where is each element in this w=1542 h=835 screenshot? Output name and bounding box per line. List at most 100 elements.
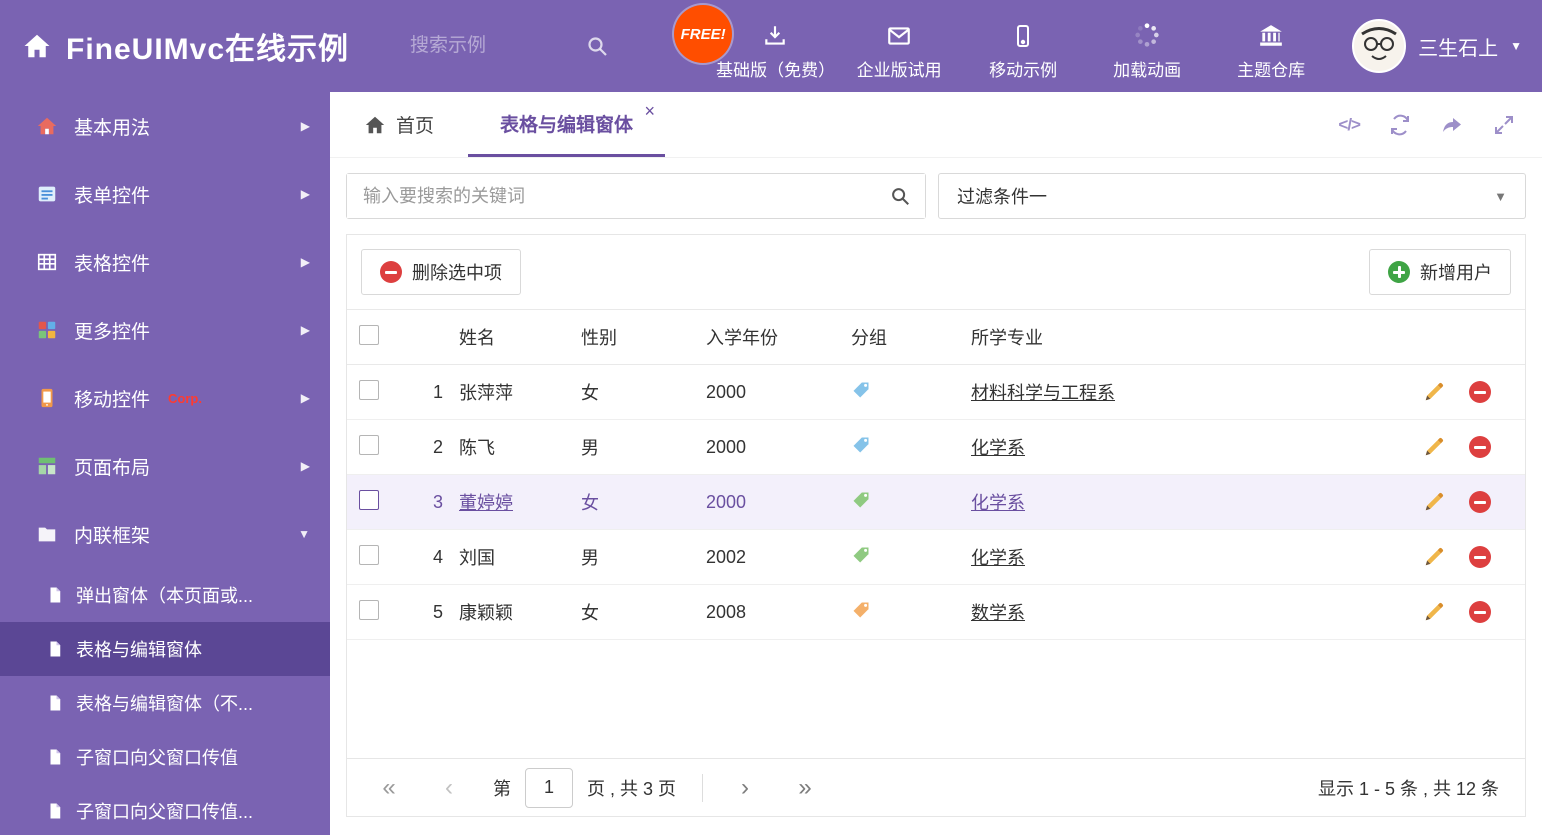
delete-row-icon[interactable] bbox=[1469, 436, 1491, 458]
column-header-year[interactable]: 入学年份 bbox=[706, 324, 851, 350]
row-checkbox[interactable] bbox=[359, 434, 379, 455]
share-icon[interactable] bbox=[1440, 113, 1464, 137]
sidebar-subitem-label: 表格与编辑窗体 bbox=[76, 640, 202, 660]
major-link[interactable]: 数学系 bbox=[971, 603, 1025, 623]
cell-name: 陈飞 bbox=[459, 438, 495, 458]
add-user-button[interactable]: 新增用户 bbox=[1369, 249, 1511, 295]
sidebar-item-form-controls[interactable]: 表单控件 ▶ bbox=[0, 160, 330, 228]
edit-icon[interactable] bbox=[1423, 381, 1445, 403]
nav-item-enterprise-trial[interactable]: 企业版试用 bbox=[840, 19, 958, 81]
code-icon[interactable]: </> bbox=[1338, 115, 1361, 135]
chevron-right-icon: ▶ bbox=[300, 323, 310, 337]
row-checkbox[interactable] bbox=[359, 599, 379, 620]
edit-icon[interactable] bbox=[1423, 491, 1445, 513]
delete-selected-button[interactable]: 删除选中项 bbox=[361, 249, 521, 295]
column-header-gender[interactable]: 性别 bbox=[581, 324, 706, 350]
sidebar-subitem-grid-edit-window[interactable]: 表格与编辑窗体 bbox=[0, 622, 330, 676]
nav-item-mobile-demo[interactable]: 移动示例 bbox=[964, 19, 1082, 81]
sidebar-subitem-label: 子窗口向父窗口传值... bbox=[76, 802, 254, 822]
search-icon[interactable] bbox=[585, 34, 609, 58]
filter-dropdown[interactable]: 过滤条件一 ▼ bbox=[938, 173, 1526, 219]
edit-icon[interactable] bbox=[1423, 546, 1445, 568]
major-link[interactable]: 材料科学与工程系 bbox=[971, 383, 1115, 403]
column-header-name[interactable]: 姓名 bbox=[459, 324, 581, 350]
delete-row-icon[interactable] bbox=[1469, 381, 1491, 403]
sidebar-item-label: 表单控件 bbox=[74, 185, 151, 207]
row-checkbox[interactable] bbox=[359, 544, 379, 565]
last-page-icon[interactable]: » bbox=[789, 774, 821, 802]
cell-gender: 女 bbox=[581, 603, 599, 623]
cell-gender: 男 bbox=[581, 438, 599, 458]
sidebar-item-table-controls[interactable]: 表格控件 ▶ bbox=[0, 228, 330, 296]
nav-item-theme-repo[interactable]: 主题仓库 bbox=[1212, 19, 1330, 81]
record-summary: 显示 1 - 5 条 , 共 12 条 bbox=[1317, 778, 1499, 799]
user-menu[interactable]: 三生石上 ▼ bbox=[1352, 19, 1522, 73]
table-row[interactable]: 5 康颖颖 女 2008 数学系 bbox=[347, 585, 1525, 640]
search-icon[interactable] bbox=[889, 185, 911, 207]
delete-row-icon[interactable] bbox=[1469, 491, 1491, 513]
chevron-right-icon: ▶ bbox=[300, 391, 310, 405]
row-number: 1 bbox=[432, 381, 443, 402]
table-header: 姓名 性别 入学年份 分组 所学专业 bbox=[347, 309, 1525, 365]
cell-year: 2000 bbox=[706, 381, 747, 402]
file-icon bbox=[50, 695, 61, 711]
nav-item-label: 基础版（免费） bbox=[716, 61, 836, 80]
major-link[interactable]: 化学系 bbox=[971, 548, 1025, 568]
page-number-input[interactable] bbox=[525, 767, 573, 808]
keyword-search-input[interactable] bbox=[347, 174, 925, 218]
major-link[interactable]: 化学系 bbox=[971, 438, 1025, 458]
cell-name: 张萍萍 bbox=[459, 383, 513, 403]
tag-icon bbox=[851, 380, 871, 400]
chevron-right-icon: ▶ bbox=[300, 255, 310, 269]
pagination-bar: « ‹ 第 页 , 共 3 页 › » 显示 1 - 5 条 , 共 12 条 bbox=[347, 758, 1525, 816]
edit-icon[interactable] bbox=[1423, 436, 1445, 458]
table-row[interactable]: 4 刘国 男 2002 化学系 bbox=[347, 530, 1525, 585]
tab-home[interactable]: 首页 bbox=[348, 92, 450, 157]
table-row[interactable]: 1 张萍萍 女 2000 材料科学与工程系 bbox=[347, 365, 1525, 420]
button-label: 删除选中项 bbox=[412, 263, 502, 283]
sidebar-item-inline-frame[interactable]: 内联框架 ▼ bbox=[0, 500, 330, 568]
nav-item-loading-animation[interactable]: 加载动画 bbox=[1088, 19, 1206, 81]
sidebar-item-label: 页面布局 bbox=[74, 457, 151, 479]
sidebar-item-page-layout[interactable]: 页面布局 ▶ bbox=[0, 432, 330, 500]
first-page-icon[interactable]: « bbox=[373, 774, 405, 802]
sidebar-item-more-controls[interactable]: 更多控件 ▶ bbox=[0, 296, 330, 364]
nav-item-basic-edition[interactable]: 基础版（免费） bbox=[716, 19, 836, 81]
sidebar-subitem-label: 表格与编辑窗体（不... bbox=[76, 694, 254, 714]
sidebar-subitem-child-to-parent-2[interactable]: 子窗口向父窗口传值... bbox=[0, 784, 330, 835]
select-all-checkbox[interactable] bbox=[359, 324, 379, 345]
major-link[interactable]: 化学系 bbox=[971, 493, 1025, 513]
cell-year: 2002 bbox=[706, 546, 747, 567]
sidebar-item-basic-usage[interactable]: 基本用法 ▶ bbox=[0, 92, 330, 160]
file-icon bbox=[50, 803, 61, 819]
row-checkbox[interactable] bbox=[359, 489, 379, 510]
column-header-group[interactable]: 分组 bbox=[851, 324, 971, 350]
delete-row-icon[interactable] bbox=[1469, 546, 1491, 568]
expand-icon[interactable] bbox=[1492, 113, 1516, 137]
cell-year: 2008 bbox=[706, 601, 747, 622]
sidebar-item-mobile-controls[interactable]: 移动控件 Corp. ▶ bbox=[0, 364, 330, 432]
chevron-right-icon: ▶ bbox=[300, 187, 310, 201]
sidebar-subitem-grid-edit-window-2[interactable]: 表格与编辑窗体（不... bbox=[0, 676, 330, 730]
table-row[interactable]: 2 陈飞 男 2000 化学系 bbox=[347, 420, 1525, 475]
download-icon bbox=[762, 19, 788, 49]
prev-page-icon[interactable]: ‹ bbox=[433, 774, 465, 802]
tag-icon bbox=[851, 545, 871, 565]
tag-icon bbox=[851, 490, 871, 510]
edit-icon[interactable] bbox=[1423, 601, 1445, 623]
refresh-icon[interactable] bbox=[1388, 113, 1412, 137]
delete-row-icon[interactable] bbox=[1469, 601, 1491, 623]
header-search-input[interactable] bbox=[410, 35, 585, 57]
table-row[interactable]: 3 董婷婷 女 2000 化学系 bbox=[347, 475, 1525, 530]
row-number: 4 bbox=[432, 546, 443, 567]
close-icon[interactable]: × bbox=[645, 102, 656, 120]
column-header-major[interactable]: 所学专业 bbox=[971, 324, 1395, 350]
next-page-icon[interactable]: › bbox=[729, 774, 761, 802]
sidebar-subitem-popup-window[interactable]: 弹出窗体（本页面或... bbox=[0, 568, 330, 622]
tab-grid-edit-window[interactable]: 表格与编辑窗体 × bbox=[468, 92, 666, 157]
brand[interactable]: FineUIMvc在线示例 bbox=[0, 24, 410, 68]
envelope-icon bbox=[885, 19, 913, 49]
row-checkbox[interactable] bbox=[359, 379, 379, 400]
home-icon bbox=[365, 116, 385, 133]
sidebar-subitem-child-to-parent[interactable]: 子窗口向父窗口传值 bbox=[0, 730, 330, 784]
